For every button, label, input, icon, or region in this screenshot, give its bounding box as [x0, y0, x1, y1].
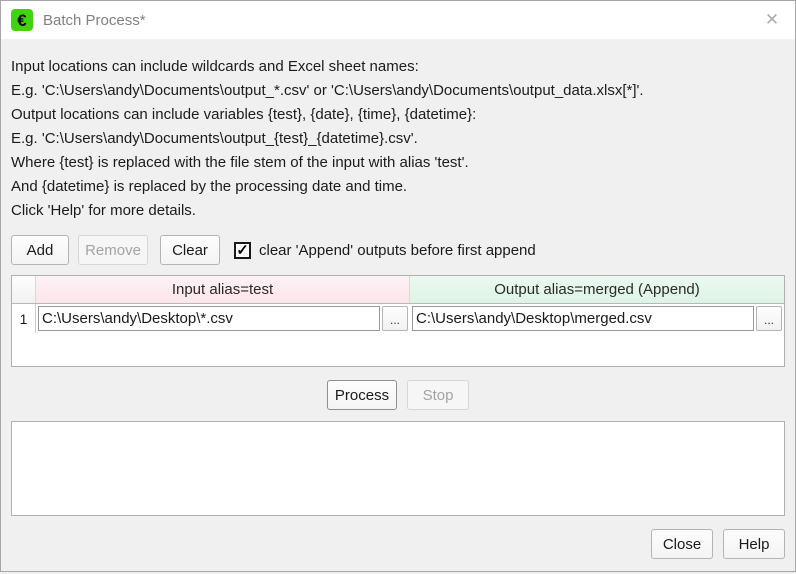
add-button[interactable]: Add	[11, 235, 69, 265]
log-output-area[interactable]	[11, 421, 785, 516]
footer: Close Help	[1, 516, 795, 574]
clear-button[interactable]: Clear	[160, 235, 220, 265]
output-path-field[interactable]	[412, 306, 754, 331]
table-header: Input alias=test Output alias=merged (Ap…	[12, 276, 784, 304]
instruction-line: E.g. 'C:\Users\andy\Documents\output_{te…	[11, 127, 785, 151]
process-button[interactable]: Process	[327, 380, 397, 410]
table-row: 1 ... ...	[12, 304, 784, 333]
dialog-content: Input locations can include wildcards an…	[1, 39, 795, 516]
output-column-header: Output alias=merged (Append)	[410, 276, 784, 303]
instruction-line: Where {test} is replaced with the file s…	[11, 151, 785, 175]
app-logo-icon: €	[11, 9, 33, 31]
input-column-header: Input alias=test	[36, 276, 410, 303]
row-number-column-header	[12, 276, 36, 303]
help-button[interactable]: Help	[723, 529, 785, 559]
instruction-line: Input locations can include wildcards an…	[11, 55, 785, 79]
process-row: Process Stop	[11, 380, 785, 410]
input-path-cell: ...	[36, 304, 410, 333]
instruction-line: Click 'Help' for more details.	[11, 199, 785, 223]
output-path-cell: ...	[410, 304, 784, 333]
input-browse-button[interactable]: ...	[382, 306, 408, 331]
batch-process-dialog: € Batch Process* ✕ Input locations can i…	[0, 0, 796, 572]
instruction-line: E.g. 'C:\Users\andy\Documents\output_*.c…	[11, 79, 785, 103]
window-title: Batch Process*	[43, 12, 146, 29]
instruction-line: Output locations can include variables {…	[11, 103, 785, 127]
close-window-icon[interactable]: ✕	[749, 1, 795, 39]
row-number: 1	[12, 304, 36, 333]
stop-button[interactable]: Stop	[407, 380, 469, 410]
clear-append-checkbox[interactable]: ✓ clear 'Append' outputs before first ap…	[234, 242, 536, 259]
title-bar: € Batch Process* ✕	[1, 1, 795, 39]
remove-button[interactable]: Remove	[78, 235, 148, 265]
output-browse-button[interactable]: ...	[756, 306, 782, 331]
checkmark-icon: ✓	[234, 242, 251, 259]
clear-append-checkbox-label: clear 'Append' outputs before first appe…	[259, 242, 536, 259]
close-button[interactable]: Close	[651, 529, 713, 559]
toolbar: Add Remove Clear ✓ clear 'Append' output…	[11, 235, 785, 265]
instructions-block: Input locations can include wildcards an…	[11, 55, 785, 223]
input-path-field[interactable]	[38, 306, 380, 331]
batch-table: Input alias=test Output alias=merged (Ap…	[11, 275, 785, 367]
instruction-line: And {datetime} is replaced by the proces…	[11, 175, 785, 199]
